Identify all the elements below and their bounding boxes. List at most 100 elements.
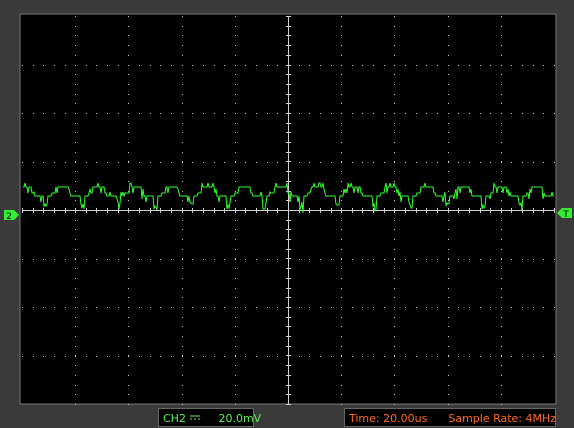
- grid-dot: [235, 326, 236, 327]
- grid-dot: [267, 162, 268, 163]
- grid-dot: [192, 113, 193, 114]
- grid-dot: [54, 162, 55, 163]
- grid-dot: [299, 356, 300, 357]
- channel-status-box[interactable]: CH2 20.0mV: [158, 408, 261, 427]
- grid-dot: [150, 113, 151, 114]
- grid-dot: [75, 123, 76, 124]
- grid-dot: [394, 355, 395, 356]
- grid-dot: [65, 259, 66, 260]
- channel-marker[interactable]: 2: [4, 210, 19, 222]
- grid-dot: [405, 259, 406, 260]
- grid-dot: [214, 259, 215, 260]
- grid-dot: [182, 161, 183, 162]
- grid-dot: [309, 356, 310, 357]
- grid-dot: [256, 162, 257, 163]
- grid-dot: [299, 259, 300, 260]
- grid-dot: [182, 65, 183, 66]
- trigger-marker-label: T: [562, 210, 569, 220]
- grid-dot: [96, 65, 97, 66]
- grid-dot: [522, 162, 523, 163]
- grid-dot: [128, 74, 129, 75]
- grid-dot: [128, 404, 129, 405]
- grid-dot: [182, 336, 183, 337]
- grid-dot: [341, 268, 342, 269]
- grid-dot: [448, 181, 449, 182]
- grid-dot: [394, 142, 395, 143]
- grid-dot: [448, 394, 449, 395]
- grid-dot: [384, 65, 385, 66]
- grid-dot: [182, 152, 183, 153]
- grid-dot: [128, 307, 129, 308]
- grid-dot: [320, 259, 321, 260]
- grid-dot: [75, 94, 76, 95]
- grid-dot: [33, 259, 34, 260]
- timebase-status-box[interactable]: Time: 20.00us Sample Rate: 4MHz: [344, 408, 556, 427]
- grid-dot: [341, 94, 342, 95]
- grid-dot: [394, 171, 395, 172]
- grid-dot: [416, 65, 417, 66]
- grid-dot: [394, 249, 395, 250]
- grid-dot: [235, 123, 236, 124]
- grid-dot: [448, 142, 449, 143]
- grid-dot: [341, 307, 342, 308]
- grid-dot: [182, 297, 183, 298]
- trigger-marker[interactable]: T: [557, 208, 572, 220]
- grid-dot: [118, 259, 119, 260]
- grid-dot: [362, 259, 363, 260]
- grid-dot: [128, 123, 129, 124]
- grid-dot: [75, 239, 76, 240]
- grid-dot: [448, 191, 449, 192]
- sample-rate-value: 4MHz: [525, 412, 557, 425]
- grid-dot: [54, 307, 55, 308]
- grid-dot: [86, 259, 87, 260]
- grid-dot: [182, 162, 183, 163]
- grid-dot: [43, 259, 44, 260]
- grid-dot: [469, 356, 470, 357]
- grid-dot: [394, 55, 395, 56]
- grid-dot: [501, 346, 502, 347]
- grid-dot: [128, 375, 129, 376]
- grid-dot: [96, 259, 97, 260]
- dc-coupling-icon: [189, 409, 201, 420]
- grid-dot: [394, 375, 395, 376]
- grid-dot: [394, 239, 395, 240]
- grid-dot: [267, 65, 268, 66]
- grid-dot: [501, 191, 502, 192]
- grid-dot: [394, 113, 395, 114]
- grid-dot: [235, 162, 236, 163]
- grid-dot: [86, 113, 87, 114]
- grid-dot: [43, 113, 44, 114]
- grid-dot: [341, 288, 342, 289]
- grid-dot: [235, 356, 236, 357]
- grid-dot: [235, 84, 236, 85]
- grid-dot: [458, 65, 459, 66]
- grid-dot: [96, 162, 97, 163]
- grid-dot: [182, 200, 183, 201]
- grid-dot: [341, 65, 342, 66]
- grid-dot: [224, 259, 225, 260]
- grid-dot: [299, 65, 300, 66]
- grid-dot: [416, 307, 417, 308]
- grid-dot: [54, 113, 55, 114]
- grid-dot: [416, 356, 417, 357]
- grid-dot: [511, 113, 512, 114]
- time-per-div: 20.00us: [383, 412, 428, 425]
- grid-dot: [448, 45, 449, 46]
- grid-dot: [522, 259, 523, 260]
- grid-dot: [448, 103, 449, 104]
- grid-dot: [171, 65, 172, 66]
- grid-dot: [245, 307, 246, 308]
- grid-dot: [480, 65, 481, 66]
- grid-dot: [533, 162, 534, 163]
- grid-dot: [543, 356, 544, 357]
- grid-dot: [469, 162, 470, 163]
- grid-dot: [501, 55, 502, 56]
- grid-dot: [75, 307, 76, 308]
- grid-dot: [235, 317, 236, 318]
- grid-dot: [384, 356, 385, 357]
- grid-dot: [501, 307, 502, 308]
- grid-dot: [394, 161, 395, 162]
- grid-dot: [182, 220, 183, 221]
- grid-dot: [150, 65, 151, 66]
- grid-dot: [22, 113, 23, 114]
